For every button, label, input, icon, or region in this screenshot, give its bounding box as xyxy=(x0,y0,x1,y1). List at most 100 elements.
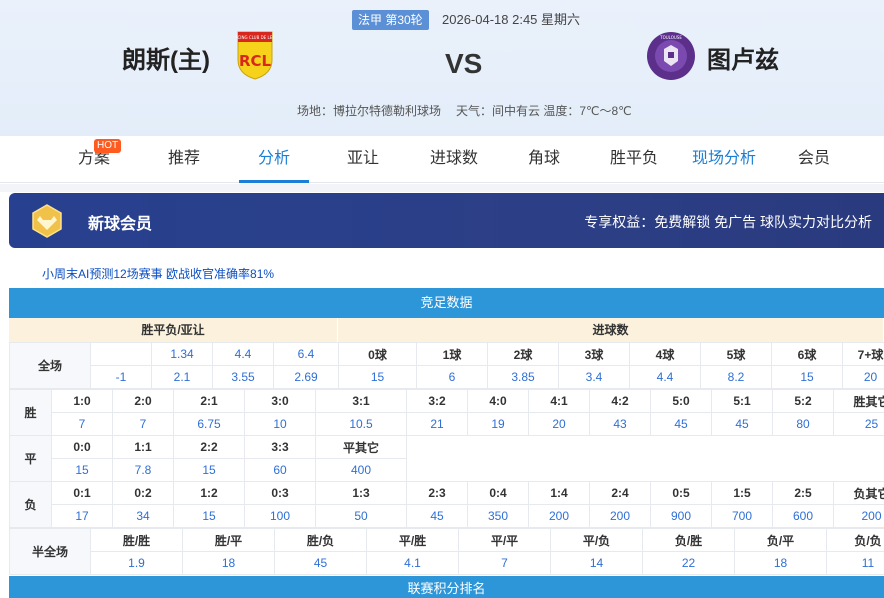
htft-odds[interactable]: 4.1 xyxy=(366,551,459,575)
spf-cell[interactable]: 6.4 xyxy=(273,342,339,366)
handicap-cell[interactable]: -1 xyxy=(90,365,152,389)
htft-odds[interactable]: 14 xyxy=(550,551,643,575)
tab-asian-handicap[interactable]: 亚让 xyxy=(331,136,395,183)
goals-head-cell: 7+球 xyxy=(842,342,884,366)
goals-odds-cell[interactable]: 8.2 xyxy=(700,365,772,389)
goals-head: 进球数 xyxy=(338,318,884,342)
score-odds[interactable]: 80 xyxy=(772,412,834,436)
half-full-label: 半全场 xyxy=(9,528,91,575)
tab-bar: 方案 推荐 分析 亚让 进球数 角球 胜平负 现场分析 会员 xyxy=(0,136,884,183)
tab-goals[interactable]: 进球数 xyxy=(418,136,490,183)
promo-link[interactable]: 小周末AI预测12场赛事 欧战收官准确率81% xyxy=(42,265,274,282)
league-round-badge[interactable]: 法甲 第30轮 xyxy=(352,10,429,30)
score-odds[interactable]: 10.5 xyxy=(315,412,407,436)
venue-text: 场地：博拉尔特德勒利球场 xyxy=(297,104,442,118)
score-odds[interactable]: 45 xyxy=(650,412,712,436)
spf-head: 胜平负/亚让 xyxy=(9,318,338,342)
score-head: 1:2 xyxy=(173,481,245,505)
spf-cell[interactable]: 4.4 xyxy=(212,342,274,366)
member-banner[interactable]: 新球会员 专享权益：免费解锁 免广告 球队实力对比分析 xyxy=(9,193,884,248)
handicap-cell[interactable]: 3.55 xyxy=(212,365,274,389)
home-logo-text: RCL xyxy=(239,52,272,70)
score-odds[interactable]: 7 xyxy=(112,412,174,436)
score-odds[interactable]: 15 xyxy=(173,504,245,528)
home-team-logo[interactable]: RACING CLUB DE LENS RCL xyxy=(236,30,274,80)
tab-win-draw-lose[interactable]: 胜平负 xyxy=(596,136,672,183)
goals-odds-cell[interactable]: 3.85 xyxy=(487,365,559,389)
goals-head-cell: 2球 xyxy=(487,342,559,366)
full-time-label: 全场 xyxy=(9,342,91,389)
score-odds[interactable]: 17 xyxy=(51,504,113,528)
score-odds[interactable]: 200 xyxy=(589,504,651,528)
goals-odds-cell[interactable]: 20 xyxy=(842,365,884,389)
tab-analysis[interactable]: 分析 xyxy=(239,136,309,183)
score-odds[interactable]: 7 xyxy=(51,412,113,436)
home-team-name[interactable]: 朗斯(主) xyxy=(122,40,210,75)
score-odds[interactable]: 19 xyxy=(467,412,529,436)
htft-odds[interactable]: 1.9 xyxy=(90,551,183,575)
goals-odds-cell[interactable]: 4.4 xyxy=(629,365,701,389)
goals-odds-cell[interactable]: 3.4 xyxy=(558,365,630,389)
score-head: 1:0 xyxy=(51,389,113,413)
htft-head: 胜/平 xyxy=(182,528,275,552)
correct-score-table: 胜 1:0 2:0 2:1 3:0 3:1 3:2 4:0 4:1 4:2 5:… xyxy=(9,389,884,528)
score-odds[interactable]: 6.75 xyxy=(173,412,245,436)
score-odds[interactable]: 900 xyxy=(650,504,712,528)
goals-odds-cell[interactable]: 6 xyxy=(416,365,488,389)
score-odds[interactable]: 600 xyxy=(772,504,834,528)
tab-corners[interactable]: 角球 xyxy=(512,136,576,183)
score-odds[interactable]: 50 xyxy=(315,504,407,528)
handicap-cell[interactable]: 2.69 xyxy=(273,365,339,389)
htft-odds[interactable]: 22 xyxy=(642,551,735,575)
handicap-cell[interactable]: 2.1 xyxy=(151,365,213,389)
score-odds[interactable]: 43 xyxy=(589,412,651,436)
score-odds[interactable]: 15 xyxy=(51,458,113,482)
htft-head: 负/负 xyxy=(826,528,884,552)
htft-odds[interactable]: 18 xyxy=(734,551,827,575)
away-team-name[interactable]: 图卢兹 xyxy=(707,40,779,75)
score-head: 0:3 xyxy=(244,481,316,505)
score-odds[interactable]: 10 xyxy=(244,412,316,436)
draw-row-label: 平 xyxy=(9,435,52,482)
score-odds[interactable]: 100 xyxy=(244,504,316,528)
goals-odds-cell[interactable]: 15 xyxy=(338,365,417,389)
score-odds[interactable]: 21 xyxy=(406,412,468,436)
spf-cell[interactable] xyxy=(90,342,152,366)
htft-odds[interactable]: 7 xyxy=(458,551,551,575)
spf-cell[interactable]: 1.34 xyxy=(151,342,213,366)
score-odds[interactable]: 60 xyxy=(244,458,316,482)
score-head: 0:4 xyxy=(467,481,529,505)
tab-recommend[interactable]: 推荐 xyxy=(152,136,216,183)
score-odds[interactable]: 200 xyxy=(528,504,590,528)
score-odds[interactable]: 7.8 xyxy=(112,458,174,482)
jingcai-section-title: 竞足数据 xyxy=(9,288,884,318)
score-odds[interactable]: 34 xyxy=(112,504,174,528)
score-odds[interactable]: 25 xyxy=(833,412,884,436)
tab-live-analysis[interactable]: 现场分析 xyxy=(686,136,762,183)
htft-odds[interactable]: 45 xyxy=(274,551,367,575)
goals-odds-cell[interactable]: 15 xyxy=(771,365,843,389)
score-odds[interactable]: 400 xyxy=(315,458,407,482)
score-odds[interactable]: 200 xyxy=(833,504,884,528)
score-odds[interactable]: 15 xyxy=(173,458,245,482)
score-odds[interactable]: 45 xyxy=(711,412,773,436)
htft-head: 负/平 xyxy=(734,528,827,552)
jingcai-head-row: 胜平负/亚让 进球数 xyxy=(9,318,884,342)
htft-odds[interactable]: 18 xyxy=(182,551,275,575)
banner-title: 新球会员 xyxy=(88,216,153,233)
tab-member[interactable]: 会员 xyxy=(782,136,846,183)
score-odds[interactable]: 20 xyxy=(528,412,590,436)
active-tab-underline xyxy=(239,180,309,183)
hot-badge: HOT xyxy=(94,139,122,153)
htft-head: 胜/负 xyxy=(274,528,367,552)
divider-strip xyxy=(0,184,884,192)
score-odds[interactable]: 350 xyxy=(467,504,529,528)
away-team-logo[interactable]: TOULOUSE xyxy=(646,31,696,81)
score-head: 3:1 xyxy=(315,389,407,413)
svg-text:TOULOUSE: TOULOUSE xyxy=(659,35,682,40)
score-odds[interactable]: 700 xyxy=(711,504,773,528)
htft-head: 平/负 xyxy=(550,528,643,552)
htft-odds[interactable]: 11 xyxy=(826,551,884,575)
score-odds[interactable]: 45 xyxy=(406,504,468,528)
score-head: 4:1 xyxy=(528,389,590,413)
